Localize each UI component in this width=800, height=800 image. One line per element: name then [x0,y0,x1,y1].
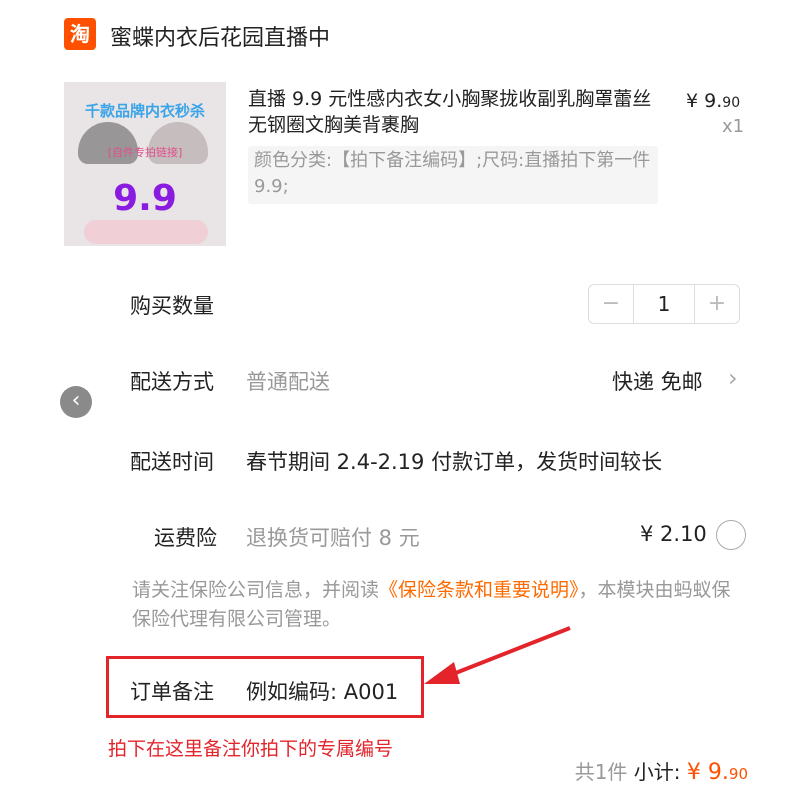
product-price: ¥ 9.90 [686,90,740,112]
price-dec: 90 [722,95,741,111]
quantity-label: 购买数量 [130,294,214,318]
decrement-button[interactable]: − [589,285,633,323]
quantity-stepper: − 1 + [588,284,740,324]
price-symbol: ¥ [686,90,699,112]
taobao-store-icon: 淘 [64,18,96,50]
insurance-radio[interactable] [716,520,746,550]
thumb-subtitle: [自件专拍链接] [107,146,183,159]
subtotal-symbol: ¥ [686,760,701,785]
product-sku[interactable]: 颜色分类:【拍下备注编码】;尺码:直播拍下第一件 9.9; [248,146,658,204]
price-int: 9. [704,90,723,112]
thumb-headline: 千款品牌内衣秒杀 [84,102,205,120]
shipping-method[interactable]: 快递 免邮 [612,366,703,396]
insurance-price: ¥ 2.10 [640,522,707,546]
chevron-left-icon[interactable]: ‹ [60,386,92,418]
insurance-description: 退换货可赔付 8 元 [246,526,420,550]
annotation-text: 拍下在这里备注你拍下的专属编号 [108,738,394,760]
delivery-time-value: 春节期间 2.4-2.19 付款订单，发货时间较长 [246,450,663,474]
item-count: 共1件 [574,760,628,784]
quantity-input[interactable]: 1 [633,285,695,323]
subtotal-label: 小计: [633,760,681,784]
shipping-label: 配送方式 [130,370,214,394]
notice-text: 请关注保险公司信息，并阅读 [132,579,380,601]
chevron-right-icon[interactable]: › [728,364,738,392]
delivery-time-label: 配送时间 [130,450,214,474]
subtotal-dec: 90 [728,765,748,783]
thumb-price: 9.9 [113,178,177,219]
order-subtotal: 共1件 小计: ¥ 9.90 [575,756,748,785]
product-thumbnail[interactable]: 千款品牌内衣秒杀 [自件专拍链接] 9.9 [64,82,226,246]
product-title[interactable]: 直播 9.9 元性感内衣女小胸聚拢收副乳胸罩蕾丝无钢圈文胸美背裹胸 [248,86,668,138]
thumb-bra-image [84,220,208,244]
remark-label: 订单备注 [130,680,214,704]
shipping-type: 普通配送 [246,370,330,394]
increment-button[interactable]: + [695,285,739,323]
remark-input[interactable]: 例如编码: A001 [246,676,398,706]
insurance-label: 运费险 [154,526,217,550]
subtotal-amount: ¥ 9.90 [687,760,748,785]
subtotal-int: 9. [707,760,729,785]
annotation-arrow-icon [424,626,571,684]
insurance-terms-link[interactable]: 《保险条款和重要说明》 [379,579,579,601]
product-quantity: x1 [722,116,745,137]
store-name[interactable]: 蜜蝶内衣后花园直播中 [110,20,330,52]
